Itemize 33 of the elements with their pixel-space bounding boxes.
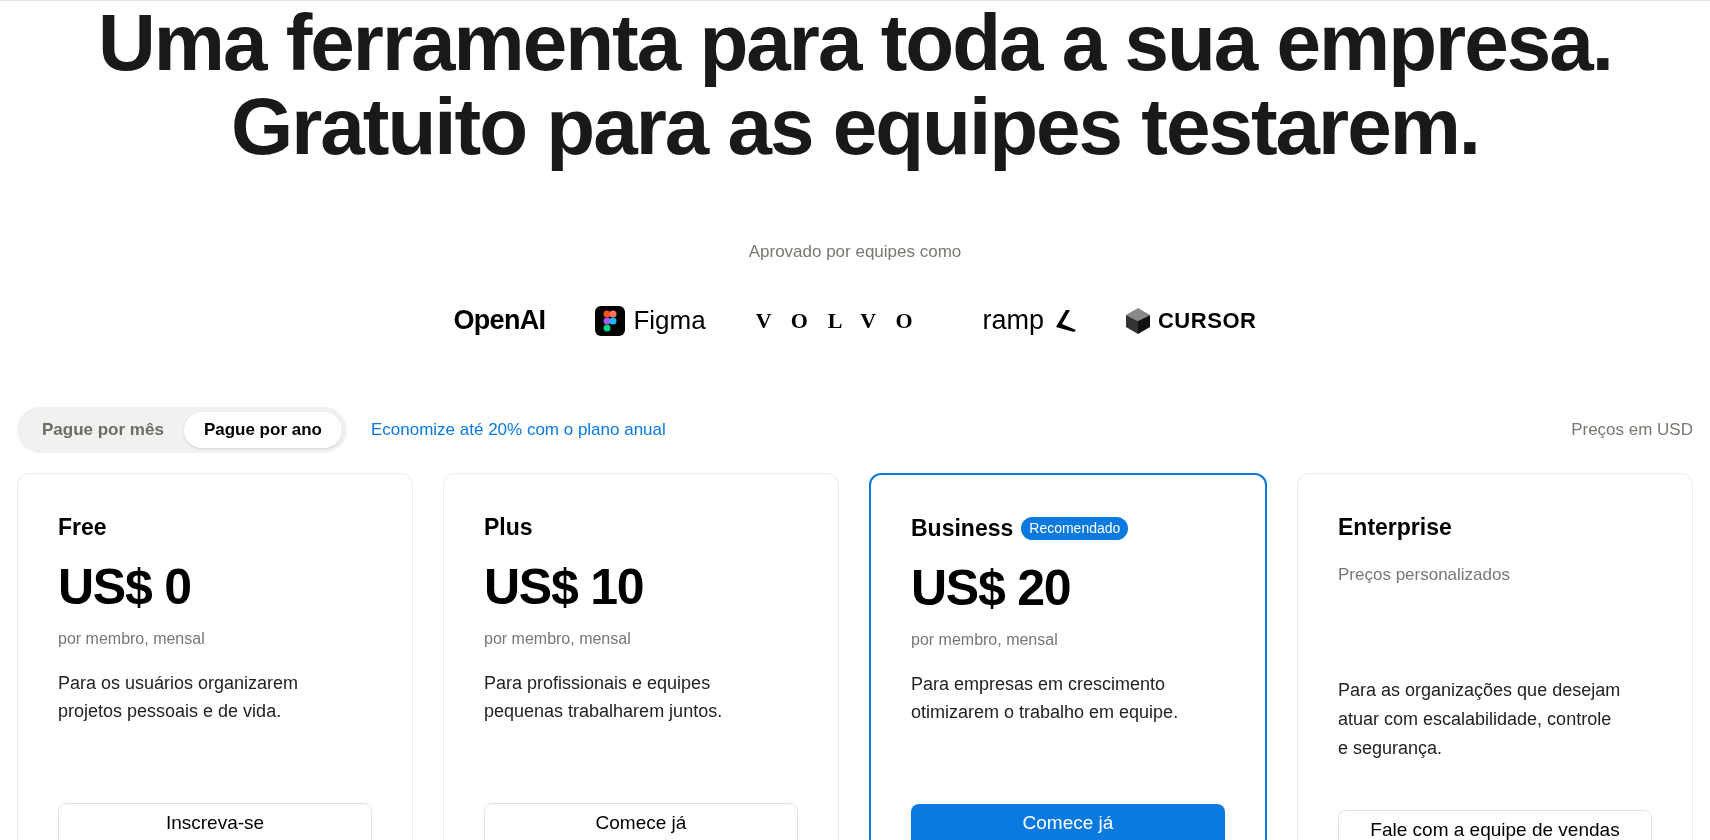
logo: VOLVO (755, 307, 933, 335)
plan-description: Para as organizações que desejam atuar com escalabilidade, controle e segurança. (1338, 679, 1622, 760)
logo: OpenAI (453, 304, 546, 338)
plan-button[interactable]: Fale com a equipe de vendas (1338, 810, 1652, 840)
plan-subtitle: Preços personalizados (1338, 563, 1511, 586)
price-note: por membro, mensal (58, 628, 206, 649)
plan-price: US$ 0 (58, 559, 192, 615)
billing-tab[interactable]: Pague por mês (22, 411, 184, 448)
plan-price: US$ 10 (484, 559, 645, 615)
logo: Figma (633, 304, 706, 337)
figma-logo-icon (595, 305, 626, 336)
logo: ramp (982, 304, 1044, 338)
plan-description: Para profissionais e equipes pequenas trabalharem juntos. (484, 671, 724, 724)
plan-price: US$ 20 (911, 560, 1072, 616)
plan-button[interactable]: Comece já (484, 802, 798, 840)
plan-name: Enterprise (1338, 513, 1452, 543)
savings-link[interactable]: Economize até 20% com o plano anual (370, 416, 666, 443)
headline: Uma ferramenta para toda a sua empresa. (98, 1, 1612, 85)
plan-button[interactable]: Comece já (911, 803, 1225, 840)
recommended-badge: Recomendado (1021, 517, 1129, 540)
currency-note: Preços em USD (1571, 418, 1693, 441)
logo: CURSOR (1157, 307, 1257, 335)
price-note: por membro, mensal (484, 628, 632, 649)
plan-name: Plus (484, 513, 533, 543)
plan-button[interactable]: Inscreva-se (58, 802, 372, 840)
plan-description: Para empresas em crescimento otimizarem o trabalho em equipe. (911, 672, 1180, 725)
plan-name: Free (58, 513, 107, 543)
price-note: por membro, mensal (911, 629, 1059, 650)
plan-name: Business (911, 514, 1014, 544)
trusted-by-label: Aprovado por equipes como (748, 241, 962, 263)
cube-icon (1125, 307, 1150, 334)
plan-description: Para os usuários organizarem projetos pessoais e de vida. (58, 671, 300, 724)
billing-tab[interactable]: Pague por ano (183, 411, 342, 448)
